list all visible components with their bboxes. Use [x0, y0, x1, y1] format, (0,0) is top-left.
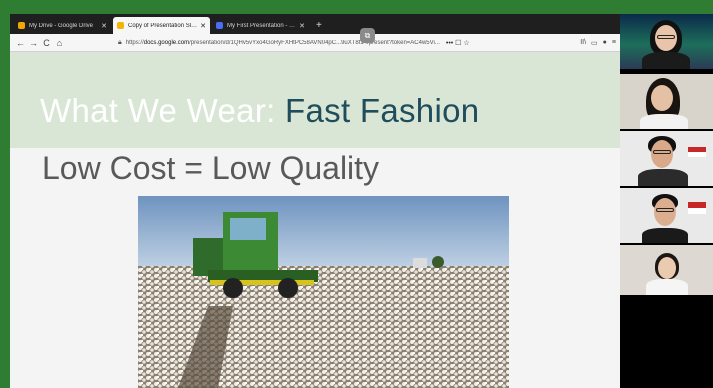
- extension-icon[interactable]: ●: [603, 39, 607, 47]
- participant-video[interactable]: [620, 14, 713, 69]
- close-icon[interactable]: ✕: [101, 22, 107, 30]
- tab-google-drive[interactable]: My Drive - Google Drive ✕: [14, 17, 111, 34]
- participant-video[interactable]: [620, 245, 713, 295]
- forward-button[interactable]: →: [27, 38, 40, 48]
- menu-icon[interactable]: ≡: [612, 39, 616, 47]
- tab-title: Copy of Presentation Slides_Fi...: [128, 22, 197, 29]
- toolbar-buttons: II\ ▭ ● ≡: [580, 39, 616, 47]
- tab-title: My Drive - Google Drive: [29, 22, 94, 29]
- close-icon[interactable]: ✕: [200, 22, 206, 30]
- mentimeter-icon: [216, 22, 223, 29]
- google-drive-icon: [18, 22, 25, 29]
- participant-panel: [620, 14, 713, 388]
- new-tab-button[interactable]: +: [311, 17, 327, 34]
- reload-button[interactable]: C: [40, 38, 53, 48]
- presentation-slide: What We Wear: Fast Fashion Low Cost = Lo…: [10, 52, 620, 388]
- shared-screen: My Drive - Google Drive ✕ Copy of Presen…: [10, 14, 620, 388]
- back-button[interactable]: ←: [14, 38, 27, 48]
- tab-title: My First Presentation - Mentim...: [227, 22, 296, 29]
- slide-subtitle: Low Cost = Low Quality: [42, 150, 380, 186]
- cotton-field-image: [138, 196, 509, 388]
- title-part-2: Fast Fashion: [285, 92, 480, 129]
- page-actions[interactable]: ••• ☐ ☆: [446, 39, 470, 47]
- google-slides-icon: [117, 22, 124, 29]
- lock-icon: 🔒︎: [118, 38, 122, 46]
- tab-presentation-slides[interactable]: Copy of Presentation Slides_Fi... ✕: [113, 17, 210, 34]
- browser-nav-bar: ← → C ⌂ 🔒︎ https:// docs.google.com /pre…: [10, 34, 620, 52]
- pop-out-icon[interactable]: ⧉: [360, 28, 375, 43]
- url-path: /presentation/d/1QHv5vYxo4GoRyFXHtPC58AV…: [189, 39, 440, 46]
- participant-video[interactable]: [620, 131, 713, 186]
- url-prefix: https://: [125, 39, 144, 46]
- library-icon[interactable]: II\: [580, 39, 586, 47]
- tab-mentimeter[interactable]: My First Presentation - Mentim... ✕: [212, 17, 309, 34]
- cotton-harvest-photo: [138, 196, 509, 388]
- url-host: docs.google.com: [143, 39, 190, 46]
- sidebar-icon[interactable]: ▭: [591, 39, 598, 47]
- browser-tab-strip: My Drive - Google Drive ✕ Copy of Presen…: [10, 14, 620, 34]
- participant-video[interactable]: [620, 188, 713, 243]
- title-part-1: What We Wear:: [40, 92, 286, 129]
- home-button[interactable]: ⌂: [53, 38, 66, 48]
- url-bar[interactable]: 🔒︎ https:// docs.google.com /presentatio…: [118, 36, 574, 49]
- slide-title: What We Wear: Fast Fashion: [40, 92, 479, 130]
- close-icon[interactable]: ✕: [299, 22, 305, 30]
- participant-video[interactable]: [620, 74, 713, 129]
